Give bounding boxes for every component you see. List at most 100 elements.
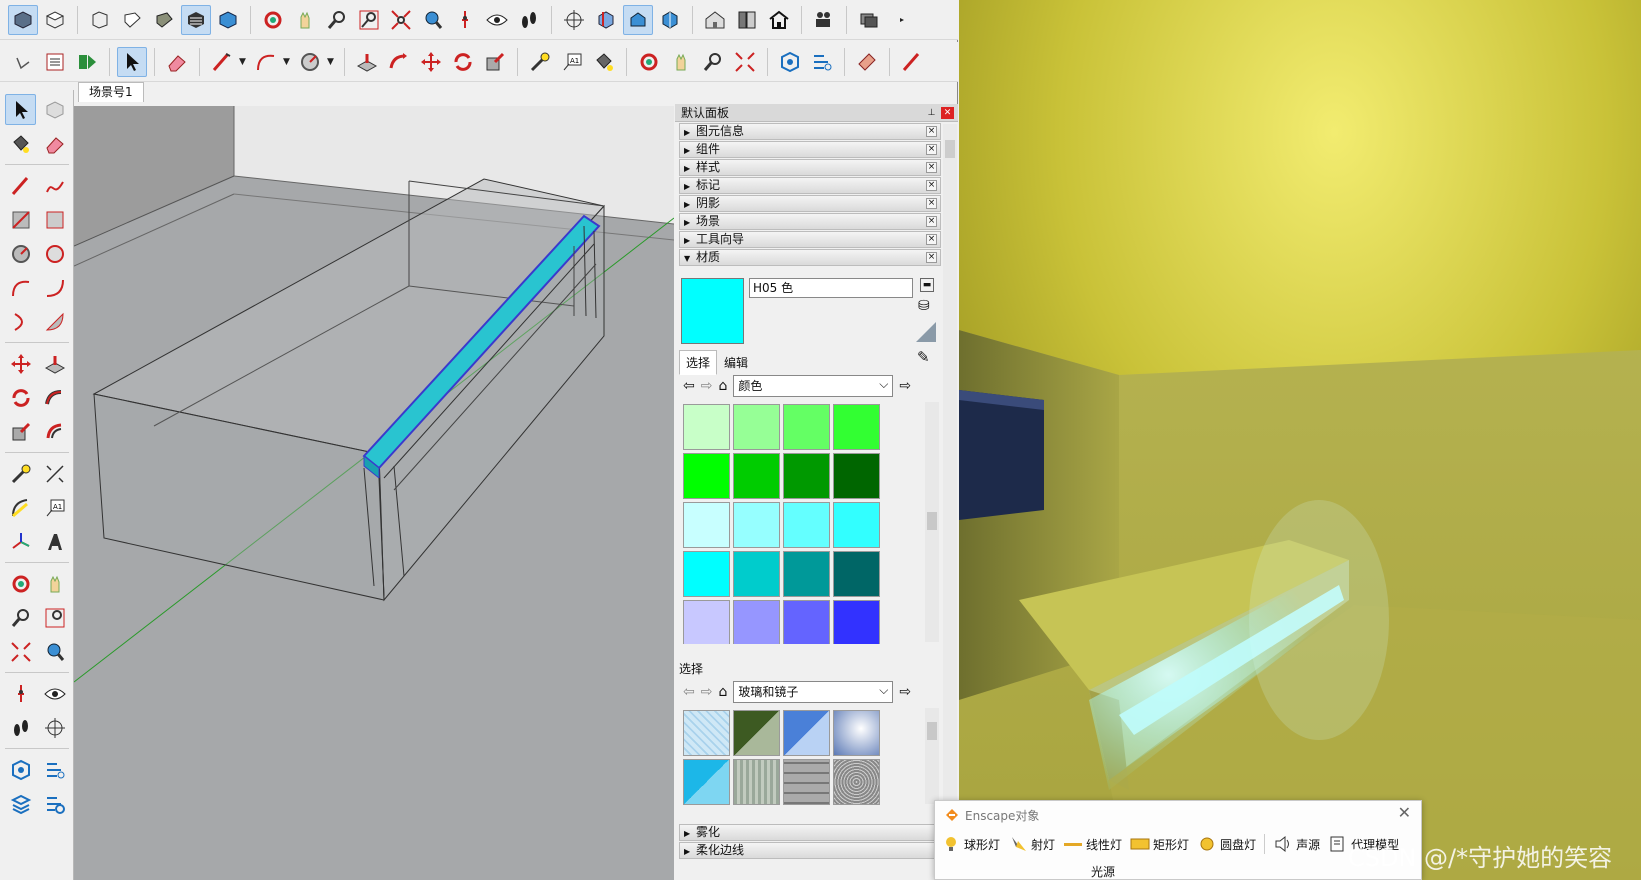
zoom-extents-icon[interactable] (386, 5, 416, 35)
material-thumb[interactable] (783, 759, 830, 805)
component-icon[interactable] (39, 94, 70, 125)
enscape-start-icon[interactable] (5, 754, 36, 785)
walk-left-icon[interactable] (5, 712, 36, 743)
material-thumb[interactable] (833, 710, 880, 756)
panel-styles[interactable]: ▶ 样式 × (679, 159, 941, 176)
color-swatch[interactable] (833, 600, 880, 644)
line-light-button[interactable]: 线性灯 (1063, 835, 1122, 853)
secondary-library-select[interactable]: 玻璃和镜子 (733, 680, 894, 703)
panel-close-icon[interactable]: × (926, 144, 937, 155)
color-swatch[interactable] (833, 502, 880, 548)
extension-icon[interactable] (732, 5, 762, 35)
sphere-light-button[interactable]: 球形灯 (941, 835, 1000, 853)
panel-instructor[interactable]: ▶ 工具向导 × (679, 231, 941, 248)
orbit-left-icon[interactable] (5, 568, 36, 599)
color-swatch[interactable] (783, 551, 830, 597)
enscape-settings-left-icon[interactable] (39, 788, 70, 819)
color-swatch[interactable] (683, 453, 730, 499)
panel-close-icon[interactable]: × (926, 198, 937, 209)
panel-close-icon[interactable]: × (926, 234, 937, 245)
axes-icon[interactable] (559, 5, 589, 35)
rectangle-light-button[interactable]: 矩形灯 (1130, 835, 1189, 853)
follow-me-icon[interactable] (384, 47, 414, 77)
home-icon[interactable] (764, 5, 794, 35)
color-swatch[interactable] (733, 453, 780, 499)
material-sample-icon[interactable] (852, 47, 882, 77)
arc-icon[interactable] (5, 272, 36, 303)
secondary-details-arrow-icon[interactable]: ⇨ (899, 684, 911, 700)
section-left-icon[interactable] (39, 712, 70, 743)
color-swatch[interactable] (683, 404, 730, 450)
zoom-window-icon[interactable] (354, 5, 384, 35)
material-thumb[interactable] (683, 710, 730, 756)
enscape-views-icon[interactable] (5, 788, 36, 819)
tray-close-icon[interactable]: ✕ (941, 107, 954, 119)
undo-icon[interactable] (8, 47, 38, 77)
polygon-icon[interactable] (39, 238, 70, 269)
text-tool-icon[interactable]: A1 (557, 47, 587, 77)
rotate-tool-icon[interactable] (5, 382, 36, 413)
disk-light-button[interactable]: 圆盘灯 (1197, 835, 1256, 853)
material-thumb[interactable] (733, 710, 780, 756)
paint-bucket-icon[interactable] (589, 47, 619, 77)
create-material-icon[interactable]: ⛁ (918, 298, 930, 314)
move-tool-icon[interactable] (5, 348, 36, 379)
rotated-rectangle-icon[interactable] (39, 204, 70, 235)
secondary-forward-arrow-icon[interactable]: ⇨ (701, 684, 713, 700)
pin-icon[interactable]: ⊥ (925, 107, 938, 119)
dynamic-component-icon[interactable] (72, 47, 102, 77)
walk-icon[interactable] (514, 5, 544, 35)
panel-scenes[interactable]: ▶ 场景 × (679, 213, 941, 230)
zoom-extents-left-icon[interactable] (5, 636, 36, 667)
panel-components[interactable]: ▶ 组件 × (679, 141, 941, 158)
color-swatch[interactable] (783, 502, 830, 548)
front-view-button[interactable] (85, 5, 115, 35)
secondary-home-icon[interactable]: ⌂ (718, 684, 727, 700)
color-swatch[interactable] (683, 600, 730, 644)
color-swatch[interactable] (683, 502, 730, 548)
enscape-settings-icon[interactable] (807, 47, 837, 77)
panel-shadows[interactable]: ▶ 阴影 × (679, 195, 941, 212)
iso-view-button[interactable] (8, 4, 38, 35)
panel-fog[interactable]: ▶ 雾化 (679, 824, 941, 841)
panel-close-icon[interactable]: × (926, 180, 937, 191)
pie-icon[interactable] (39, 306, 70, 337)
scale-tool-icon[interactable] (5, 416, 36, 447)
offset-tool-icon[interactable] (39, 416, 70, 447)
panel-close-icon[interactable]: × (926, 216, 937, 227)
color-swatch[interactable] (683, 551, 730, 597)
circle-tool-icon[interactable] (295, 47, 325, 77)
color-swatch[interactable] (733, 600, 780, 644)
3d-text-icon[interactable] (39, 526, 70, 557)
rectangle-icon[interactable] (5, 204, 36, 235)
forward-arrow-icon[interactable]: ⇨ (701, 378, 713, 394)
top-view-button[interactable] (40, 5, 70, 35)
select-tool-button[interactable] (117, 46, 147, 77)
zoom-left-icon[interactable] (5, 602, 36, 633)
position-camera-icon[interactable] (450, 5, 480, 35)
zoom-icon[interactable] (322, 5, 352, 35)
back-arrow-icon[interactable]: ⇦ (683, 378, 695, 394)
scale-icon[interactable] (480, 47, 510, 77)
zoom-tool-icon[interactable] (698, 47, 728, 77)
section-cut-icon[interactable] (655, 5, 685, 35)
panel-close-icon[interactable]: × (926, 162, 937, 173)
display-secondary-icon[interactable]: ▬ (920, 278, 934, 292)
tape-icon[interactable] (5, 458, 36, 489)
library-select[interactable]: 颜色 (733, 374, 894, 397)
arc-tool-icon[interactable] (251, 47, 281, 77)
color-swatch[interactable] (733, 551, 780, 597)
circle-icon[interactable] (5, 238, 36, 269)
erase-icon[interactable] (39, 128, 70, 159)
spot-light-button[interactable]: 射灯 (1008, 835, 1055, 853)
home-library-icon[interactable]: ⌂ (718, 378, 727, 394)
position-camera-left-icon[interactable] (5, 678, 36, 709)
orbit-tool-icon[interactable] (634, 47, 664, 77)
three-point-arc-icon[interactable] (5, 306, 36, 337)
eyedropper-icon[interactable]: ✎ (917, 348, 930, 366)
paint-icon[interactable] (5, 128, 36, 159)
enscape-close-icon[interactable]: ✕ (1398, 803, 1411, 822)
color-swatch[interactable] (833, 453, 880, 499)
scene-tab[interactable]: 场景号1 (78, 82, 144, 102)
push-pull-tool-icon[interactable] (39, 348, 70, 379)
